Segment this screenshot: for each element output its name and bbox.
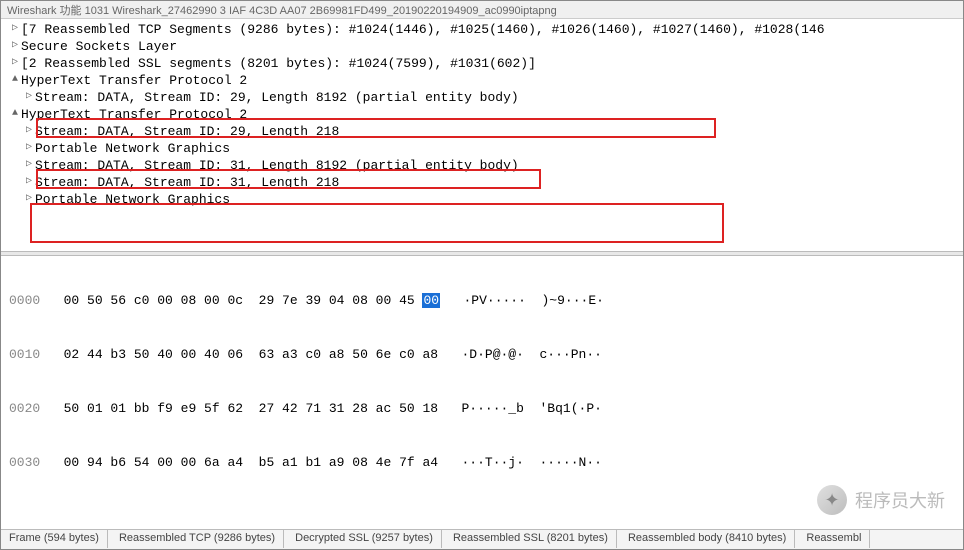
expander-open-icon[interactable]: ▲ — [9, 71, 21, 88]
hex-bytes[interactable]: 00 50 56 c0 00 08 00 0c 29 7e 39 04 08 0… — [64, 293, 423, 308]
hex-offset: 0030 — [9, 455, 40, 470]
tree-row[interactable]: ▷Stream: DATA, Stream ID: 29, Length 218 — [9, 123, 963, 140]
tree-row[interactable]: ▲HyperText Transfer Protocol 2 — [9, 106, 963, 123]
hex-offset: 0000 — [9, 293, 40, 308]
hex-row[interactable]: 0020 50 01 01 bb f9 e9 5f 62 27 42 71 31… — [9, 400, 963, 418]
tree-row-text: Secure Sockets Layer — [21, 39, 177, 54]
tree-row-text: HyperText Transfer Protocol 2 — [21, 73, 247, 88]
expander-closed-icon[interactable]: ▷ — [23, 88, 35, 105]
expander-closed-icon[interactable]: ▷ — [9, 54, 21, 71]
hex-offset: 0010 — [9, 347, 40, 362]
hex-ascii: ·D·P@·@· c···Pn·· — [438, 347, 602, 362]
tree-row-text: Portable Network Graphics — [35, 141, 230, 156]
tree-row[interactable]: ▷[2 Reassembled SSL segments (8201 bytes… — [9, 55, 963, 72]
bottom-tabbar[interactable]: Frame (594 bytes) Reassembled TCP (9286 … — [1, 529, 963, 549]
tab-reassembled-next[interactable]: Reassembl — [798, 530, 870, 548]
tree-row[interactable]: ▷Stream: DATA, Stream ID: 31, Length 819… — [9, 157, 963, 174]
tree-row[interactable]: ▷Portable Network Graphics — [9, 140, 963, 157]
tab-reassembled-body[interactable]: Reassembled body (8410 bytes) — [620, 530, 795, 548]
tree-row[interactable]: ▷Stream: DATA, Stream ID: 29, Length 819… — [9, 89, 963, 106]
app-window: Wireshark 功能 1031 Wireshark_27462990 3 I… — [0, 0, 964, 550]
hex-ascii: ·PV····· )~9···E· — [440, 293, 604, 308]
expander-closed-icon[interactable]: ▷ — [23, 156, 35, 173]
expander-closed-icon[interactable]: ▷ — [9, 20, 21, 37]
packet-detail-tree[interactable]: ▷[7 Reassembled TCP Segments (9286 bytes… — [1, 19, 963, 251]
tree-row[interactable]: ▷Portable Network Graphics — [9, 191, 963, 208]
tree-row-text: [7 Reassembled TCP Segments (9286 bytes)… — [21, 22, 825, 37]
tree-row-text: Stream: DATA, Stream ID: 31, Length 8192… — [35, 158, 519, 173]
tree-row-text: Stream: DATA, Stream ID: 29, Length 218 — [35, 124, 339, 139]
tree-row-text: Stream: DATA, Stream ID: 29, Length 8192… — [35, 90, 519, 105]
tab-reassembled-ssl[interactable]: Reassembled SSL (8201 bytes) — [445, 530, 617, 548]
expander-closed-icon[interactable]: ▷ — [23, 122, 35, 139]
highlight-box-icon — [30, 203, 724, 243]
window-titlebar: Wireshark 功能 1031 Wireshark_27462990 3 I… — [1, 1, 963, 19]
tree-row[interactable]: ▷Secure Sockets Layer — [9, 38, 963, 55]
hex-row[interactable]: 0030 00 94 b6 54 00 00 6a a4 b5 a1 b1 a9… — [9, 454, 963, 472]
hex-row[interactable]: 0010 02 44 b3 50 40 00 40 06 63 a3 c0 a8… — [9, 346, 963, 364]
expander-closed-icon[interactable]: ▷ — [9, 37, 21, 54]
tree-row[interactable]: ▷[7 Reassembled TCP Segments (9286 bytes… — [9, 21, 963, 38]
tree-row-text: [2 Reassembled SSL segments (8201 bytes)… — [21, 56, 536, 71]
tree-row[interactable]: ▷Stream: DATA, Stream ID: 31, Length 218 — [9, 174, 963, 191]
hex-bytes[interactable]: 02 44 b3 50 40 00 40 06 63 a3 c0 a8 50 6… — [64, 347, 438, 362]
tree-row-text: Portable Network Graphics — [35, 192, 230, 207]
tree-row[interactable]: ▲HyperText Transfer Protocol 2 — [9, 72, 963, 89]
expander-closed-icon[interactable]: ▷ — [23, 139, 35, 156]
tab-frame[interactable]: Frame (594 bytes) — [1, 530, 108, 548]
hex-bytes[interactable]: 00 94 b6 54 00 00 6a a4 b5 a1 b1 a9 08 4… — [64, 455, 438, 470]
tree-row-text: Stream: DATA, Stream ID: 31, Length 218 — [35, 175, 339, 190]
hex-offset: 0020 — [9, 401, 40, 416]
selected-byte[interactable]: 00 — [422, 293, 440, 308]
expander-closed-icon[interactable]: ▷ — [23, 190, 35, 207]
expander-closed-icon[interactable]: ▷ — [23, 173, 35, 190]
hex-dump-pane[interactable]: 0000 00 50 56 c0 00 08 00 0c 29 7e 39 04… — [1, 256, 963, 496]
hex-ascii: ···T··j· ·····N·· — [438, 455, 602, 470]
hex-row[interactable]: 0000 00 50 56 c0 00 08 00 0c 29 7e 39 04… — [9, 292, 963, 310]
expander-open-icon[interactable]: ▲ — [9, 105, 21, 122]
tab-decrypted-ssl[interactable]: Decrypted SSL (9257 bytes) — [287, 530, 442, 548]
hex-ascii: P·····_b 'Bq1(·P· — [438, 401, 602, 416]
hex-bytes[interactable]: 50 01 01 bb f9 e9 5f 62 27 42 71 31 28 a… — [64, 401, 438, 416]
tree-row-text: HyperText Transfer Protocol 2 — [21, 107, 247, 122]
tab-reassembled-tcp[interactable]: Reassembled TCP (9286 bytes) — [111, 530, 284, 548]
